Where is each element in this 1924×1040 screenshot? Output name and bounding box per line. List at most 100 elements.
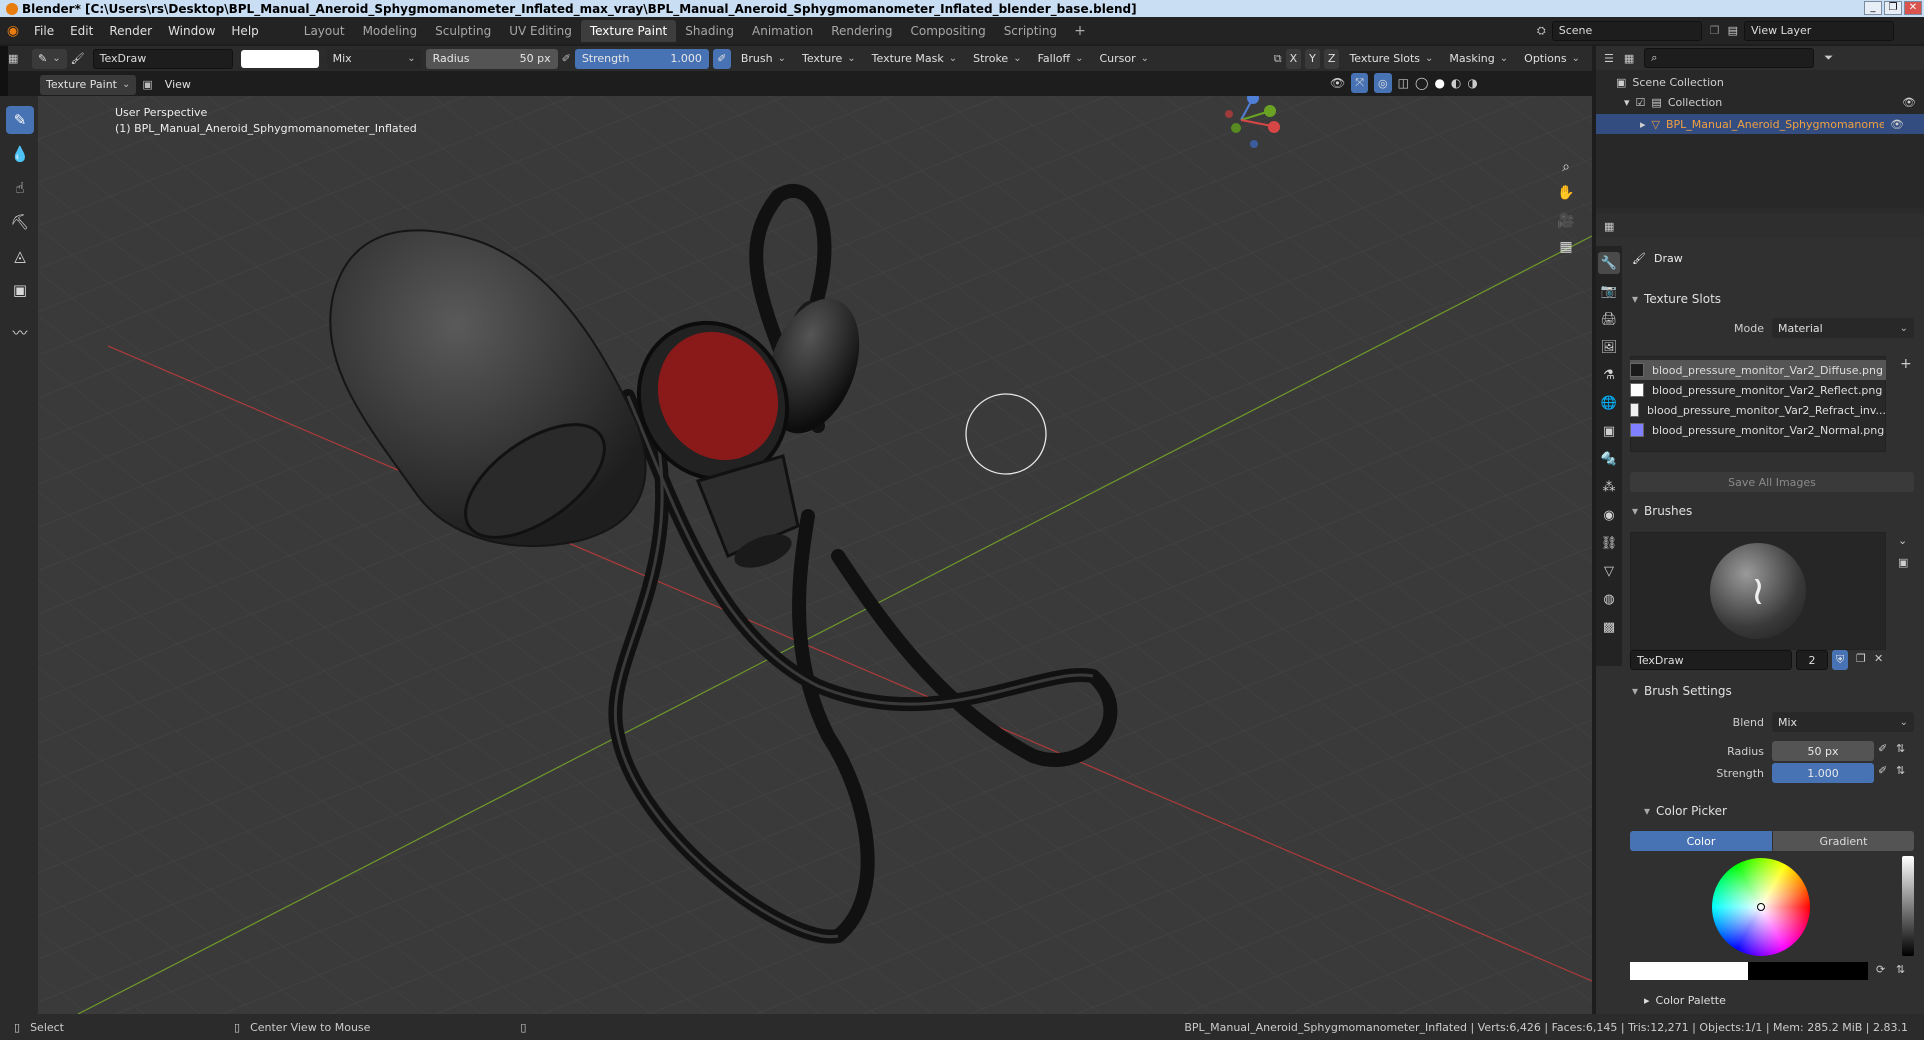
pan-hand-icon[interactable]: ✋ <box>1553 180 1579 206</box>
outliner-editor-icon[interactable]: ☰ <box>1604 52 1614 65</box>
radius-slider[interactable]: Radius 50 px <box>425 48 558 69</box>
xray-icon[interactable]: ◫ <box>1398 76 1409 90</box>
soften-tool-icon[interactable]: 💧 <box>6 140 34 168</box>
color-unified-icon[interactable]: ⇅ <box>1896 963 1905 976</box>
menu-cursor[interactable]: Cursor <box>1093 49 1155 69</box>
brush-color-swatch[interactable] <box>240 49 319 68</box>
output-tab-icon[interactable]: 🖨 <box>1598 308 1620 330</box>
secondary-color-swatch[interactable] <box>1748 962 1868 980</box>
collection-row[interactable]: ▾ ☑ ▤ Collection 👁 <box>1624 96 1916 109</box>
add-workspace-icon[interactable]: + <box>1066 23 1094 39</box>
tab-layout[interactable]: Layout <box>295 20 354 42</box>
object-tab-icon[interactable]: ▣ <box>1598 420 1620 442</box>
mode-dropdown[interactable]: Material <box>1772 318 1914 338</box>
properties-editor-icon[interactable]: ▦ <box>1604 220 1614 233</box>
texture-slot-reflect[interactable]: blood_pressure_monitor_Var2_Reflect.png <box>1630 380 1886 400</box>
texture-slot-diffuse[interactable]: blood_pressure_monitor_Var2_Diffuse.png <box>1630 360 1886 380</box>
gradient-tab[interactable]: Gradient <box>1773 831 1914 851</box>
tab-animation[interactable]: Animation <box>743 20 822 42</box>
constraints-tab-icon[interactable]: ⛓ <box>1598 532 1620 554</box>
add-slot-icon[interactable]: + <box>1900 356 1912 372</box>
texture-slot-normal[interactable]: blood_pressure_monitor_Var2_Normal.png <box>1630 420 1886 440</box>
brush-users-count[interactable]: 2 <box>1796 650 1828 670</box>
fill-tool-icon[interactable]: ◬ <box>6 242 34 270</box>
color-palette-subpanel-header[interactable]: ▸ Color Palette <box>1644 994 1726 1007</box>
unlink-brush-icon[interactable]: ✕ <box>1874 652 1883 665</box>
color-picker-subpanel-header[interactable]: Color Picker <box>1644 800 1727 822</box>
scene-new-icon[interactable]: ❐ <box>1710 24 1720 37</box>
tab-modeling[interactable]: Modeling <box>354 20 427 42</box>
view-layer-tab-icon[interactable]: 🖼 <box>1598 336 1620 358</box>
scene-tab-icon[interactable]: ⚗ <box>1598 364 1620 386</box>
menu-brush[interactable]: Brush <box>735 49 792 69</box>
display-mode-icon[interactable]: ▦ <box>1624 52 1634 65</box>
value-slider[interactable] <box>1902 856 1914 956</box>
scene-collection-row[interactable]: ▣ Scene Collection <box>1616 76 1724 89</box>
object-row[interactable]: ▸ ▽ BPL_Manual_Aneroid_Sphygmomanometer_I 👁 <box>1596 114 1924 134</box>
camera-view-icon[interactable]: 🎥 <box>1553 208 1579 234</box>
menu-masking[interactable]: Masking <box>1443 49 1514 69</box>
menu-stroke[interactable]: Stroke <box>967 49 1027 69</box>
expand-icon[interactable]: ▸ <box>1640 118 1646 131</box>
modifier-tab-icon[interactable]: 🔩 <box>1598 448 1620 470</box>
rendered-shading-icon[interactable]: ◑ <box>1467 76 1477 90</box>
axis-z-toggle[interactable]: Z <box>1323 48 1340 69</box>
menu-texture-mask[interactable]: Texture Mask <box>866 49 964 69</box>
wireframe-shading-icon[interactable]: ◯ <box>1415 76 1428 90</box>
mask-toggle-icon[interactable]: ▣ <box>142 78 152 91</box>
brush-preview[interactable]: ≀ <box>1630 532 1886 650</box>
smear-tool-icon[interactable]: ☝ <box>6 174 34 202</box>
texture-slots-panel-header[interactable]: Texture Slots <box>1632 288 1721 310</box>
texture-slot-refract[interactable]: blood_pressure_monitor_Var2_Refract_inv.… <box>1630 400 1886 420</box>
brush-name-field[interactable]: TexDraw <box>92 48 233 69</box>
overlay-toggle-icon[interactable]: ◎ <box>1374 73 1392 93</box>
menu-help[interactable]: Help <box>223 24 266 38</box>
duplicate-brush-icon[interactable]: ❐ <box>1856 652 1866 665</box>
view-layer-selector[interactable]: View Layer <box>1744 20 1894 41</box>
checkbox-icon[interactable]: ☑ <box>1636 96 1646 109</box>
tab-texture-paint[interactable]: Texture Paint <box>580 19 677 42</box>
gizmo-toggle-icon[interactable]: ⤧ <box>1351 73 1369 93</box>
paint-tool-icon[interactable]: ✎ <box>32 48 67 69</box>
3d-viewport[interactable]: User Perspective (1) BPL_Manual_Aneroid_… <box>38 96 1592 1014</box>
fake-user-shield-icon[interactable]: ⛨ <box>1832 650 1849 670</box>
menu-falloff[interactable]: Falloff <box>1032 49 1090 69</box>
tab-shading[interactable]: Shading <box>676 20 743 42</box>
blender-menu-icon[interactable]: ◉ <box>0 23 26 39</box>
mode-selector[interactable]: Texture Paint <box>40 74 137 95</box>
tab-uv-editing[interactable]: UV Editing <box>500 20 581 42</box>
menu-view[interactable]: View <box>159 75 197 95</box>
perspective-toggle-icon[interactable]: ▦ <box>1553 234 1579 260</box>
texture-tab-icon[interactable]: ▩ <box>1598 616 1620 638</box>
tab-sculpting[interactable]: Sculpting <box>426 20 500 42</box>
primary-color-swatch[interactable] <box>1630 962 1748 980</box>
clone-tool-icon[interactable]: ⛏ <box>6 208 34 236</box>
brush-settings-panel-header[interactable]: Brush Settings <box>1632 680 1732 702</box>
render-tab-icon[interactable]: 📷 <box>1598 280 1620 302</box>
blend-mode-dropdown[interactable]: Mix <box>1772 712 1914 732</box>
eye-icon[interactable]: 👁 <box>1902 96 1916 109</box>
data-tab-icon[interactable]: ▽ <box>1598 560 1620 582</box>
radius-unified-icon[interactable]: ⇅ <box>1896 742 1905 755</box>
strength-field[interactable]: 1.000 <box>1772 763 1874 783</box>
strength-unified-icon[interactable]: ⇅ <box>1896 764 1905 777</box>
material-tab-icon[interactable]: ◍ <box>1598 588 1620 610</box>
tool-tab-icon[interactable]: 🔧 <box>1598 252 1620 274</box>
pressure-icon[interactable]: ✐ <box>562 52 571 65</box>
minimize-icon[interactable]: _ <box>1864 1 1882 15</box>
menu-options[interactable]: Options <box>1518 49 1586 69</box>
tab-rendering[interactable]: Rendering <box>822 20 901 42</box>
menu-file[interactable]: File <box>26 24 62 38</box>
zoom-icon[interactable]: ⌕ <box>1553 154 1579 180</box>
world-tab-icon[interactable]: 🌐 <box>1598 392 1620 414</box>
physics-tab-icon[interactable]: ◉ <box>1598 504 1620 526</box>
strength-slider[interactable]: Strength 1.000 <box>574 48 709 69</box>
axis-x-toggle[interactable]: X <box>1285 48 1302 69</box>
brush-expand-icon[interactable]: ⌄ <box>1898 534 1907 547</box>
expand-icon[interactable]: ▾ <box>1624 96 1630 109</box>
visibility-icon[interactable]: 👁 <box>1330 76 1345 90</box>
draw-tool-icon[interactable]: ✎ <box>6 106 34 134</box>
tab-scripting[interactable]: Scripting <box>995 20 1066 42</box>
radius-field[interactable]: 50 px <box>1772 741 1874 761</box>
eye-icon[interactable]: 👁 <box>1890 118 1904 131</box>
